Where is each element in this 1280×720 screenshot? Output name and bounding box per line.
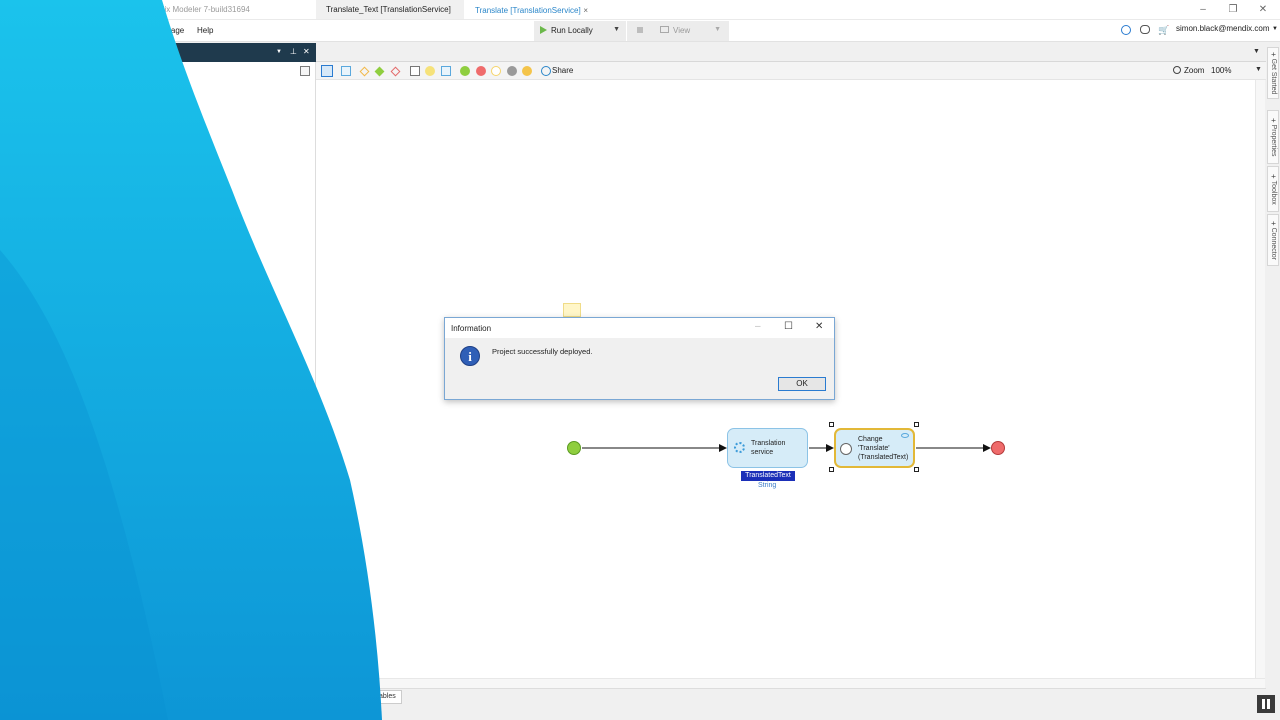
tabs-overflow-icon[interactable]: ▼ bbox=[1253, 48, 1260, 55]
collapse-all-icon[interactable] bbox=[300, 66, 310, 76]
share-button[interactable]: Share bbox=[552, 66, 573, 75]
menu-help[interactable]: Help bbox=[197, 26, 213, 35]
close-icon[interactable]: ✕ bbox=[1250, 2, 1276, 18]
sidetab-label: Toolbox bbox=[1270, 180, 1277, 205]
close-tab-icon[interactable]: × bbox=[583, 1, 588, 20]
information-dialog: Information – ☐ ✕ i Project successfully… bbox=[444, 317, 835, 400]
start-event[interactable] bbox=[567, 441, 581, 455]
run-locally-button[interactable]: Run Locally ▼ bbox=[534, 21, 626, 41]
dialog-title-bar: Information – ☐ ✕ bbox=[445, 318, 834, 338]
end-event[interactable] bbox=[991, 441, 1005, 455]
dialog-message: Project successfully deployed. bbox=[492, 347, 593, 356]
dialog-title: Information bbox=[451, 324, 492, 333]
output-variable-name[interactable]: TranslatedText bbox=[741, 471, 795, 481]
error-event-icon[interactable] bbox=[491, 66, 501, 76]
tab-connector[interactable]: + Connector bbox=[1267, 214, 1279, 266]
share-icon[interactable] bbox=[541, 66, 551, 76]
annotation-note[interactable] bbox=[563, 303, 581, 317]
chat-icon[interactable] bbox=[1140, 25, 1150, 34]
maximize-icon[interactable]: ☐ bbox=[784, 321, 793, 332]
tab-toolbox[interactable]: + Toolbox bbox=[1267, 166, 1279, 212]
web-service-icon bbox=[734, 442, 745, 453]
minimize-icon: – bbox=[755, 321, 761, 332]
event-tool-icon[interactable] bbox=[441, 66, 451, 76]
break-event-icon[interactable] bbox=[507, 66, 517, 76]
resize-handle[interactable] bbox=[914, 467, 919, 472]
resize-handle[interactable] bbox=[829, 422, 834, 427]
horizontal-scrollbar[interactable] bbox=[316, 678, 1265, 688]
tab-translate-label: Translate [TranslationService] bbox=[475, 6, 581, 15]
document-tabs bbox=[316, 43, 1266, 62]
zoom-level-select[interactable]: 100% bbox=[1211, 66, 1231, 75]
activity-label: Change 'Translate' (TranslatedText) bbox=[858, 436, 909, 461]
chevron-down-icon[interactable]: ▼ bbox=[1272, 26, 1278, 32]
play-icon bbox=[540, 26, 547, 34]
info-icon: i bbox=[460, 346, 480, 366]
zoom-label: Zoom bbox=[1184, 66, 1205, 75]
mendix-modeler-window: dix Modeler 7-build31694 – ❐ ✕ guage Hel… bbox=[0, 0, 1280, 720]
user-account-menu[interactable]: simon.black@mendix.com bbox=[1176, 24, 1269, 33]
pin-icon[interactable]: ⊥ bbox=[290, 47, 297, 56]
sidetab-label: Get Started bbox=[1270, 58, 1277, 95]
close-panel-icon[interactable]: ✕ bbox=[303, 47, 310, 56]
cart-icon[interactable]: 🛒 bbox=[1158, 25, 1169, 36]
title-bar: dix Modeler 7-build31694 – ❐ ✕ bbox=[0, 0, 1280, 20]
chevron-down-icon[interactable]: ▼ bbox=[613, 26, 620, 33]
chevron-down-icon[interactable]: ▼ bbox=[276, 49, 282, 55]
vertical-scrollbar[interactable] bbox=[1255, 80, 1265, 678]
project-explorer-panel bbox=[160, 62, 316, 690]
resize-handle[interactable] bbox=[829, 467, 834, 472]
menu-bar: guage Help Run Locally ▼ View ▼ simon.bl… bbox=[0, 20, 1280, 42]
view-label: View bbox=[673, 26, 691, 35]
ok-button[interactable]: OK bbox=[778, 377, 826, 391]
chevron-down-icon[interactable]: ▼ bbox=[714, 26, 721, 33]
end-event-icon[interactable] bbox=[476, 66, 486, 76]
output-variable-type: String bbox=[758, 482, 777, 489]
resize-handle[interactable] bbox=[914, 422, 919, 427]
stop-icon[interactable] bbox=[637, 27, 643, 33]
sidetab-label: Properties bbox=[1270, 124, 1277, 157]
zoom-icon bbox=[1173, 66, 1181, 74]
tab-translate-text[interactable]: Translate_Text [TranslationService] bbox=[316, 0, 464, 19]
minimize-icon[interactable]: – bbox=[1190, 2, 1216, 18]
activity-label: Translation service bbox=[751, 440, 786, 456]
activity-tool-icon[interactable] bbox=[341, 66, 351, 76]
restore-icon[interactable]: ❐ bbox=[1220, 2, 1246, 18]
sidetab-label: Connector bbox=[1270, 227, 1277, 260]
plus-icon: + bbox=[1269, 117, 1278, 123]
project-explorer-header: ▼ ⊥ ✕ bbox=[160, 43, 316, 62]
pause-icon[interactable] bbox=[1257, 695, 1275, 713]
continue-event-icon[interactable] bbox=[522, 66, 532, 76]
tab-properties[interactable]: + Properties bbox=[1267, 110, 1279, 164]
plus-icon: + bbox=[1269, 220, 1278, 226]
window-title: dix Modeler 7-build31694 bbox=[160, 5, 250, 14]
pointer-tool-icon[interactable] bbox=[321, 65, 333, 77]
globe-icon[interactable] bbox=[1121, 25, 1131, 35]
plus-icon: + bbox=[1269, 173, 1278, 179]
start-event-icon[interactable] bbox=[460, 66, 470, 76]
bottom-dock bbox=[316, 688, 1266, 720]
annotation-tool-icon[interactable] bbox=[425, 66, 435, 76]
view-app-button[interactable]: View ▼ bbox=[627, 21, 729, 41]
change-object-activity[interactable]: Change 'Translate' (TranslatedText) bbox=[834, 428, 915, 468]
chevron-down-icon[interactable]: ▼ bbox=[1255, 66, 1262, 73]
run-locally-label: Run Locally bbox=[551, 26, 593, 35]
change-object-icon bbox=[840, 443, 852, 455]
microflow-toolbar bbox=[316, 62, 1266, 80]
close-icon[interactable]: ✕ bbox=[815, 321, 823, 332]
variables-tab[interactable]: ables bbox=[374, 690, 402, 704]
tab-translate[interactable]: Translate [TranslationService] × bbox=[465, 0, 592, 19]
monitor-icon bbox=[660, 26, 669, 33]
menu-language[interactable]: guage bbox=[162, 26, 184, 35]
plus-icon: + bbox=[1269, 51, 1278, 57]
parameter-tool-icon[interactable] bbox=[410, 66, 420, 76]
translation-service-activity[interactable]: Translation service bbox=[727, 428, 808, 468]
tab-get-started[interactable]: + Get Started bbox=[1267, 47, 1279, 99]
